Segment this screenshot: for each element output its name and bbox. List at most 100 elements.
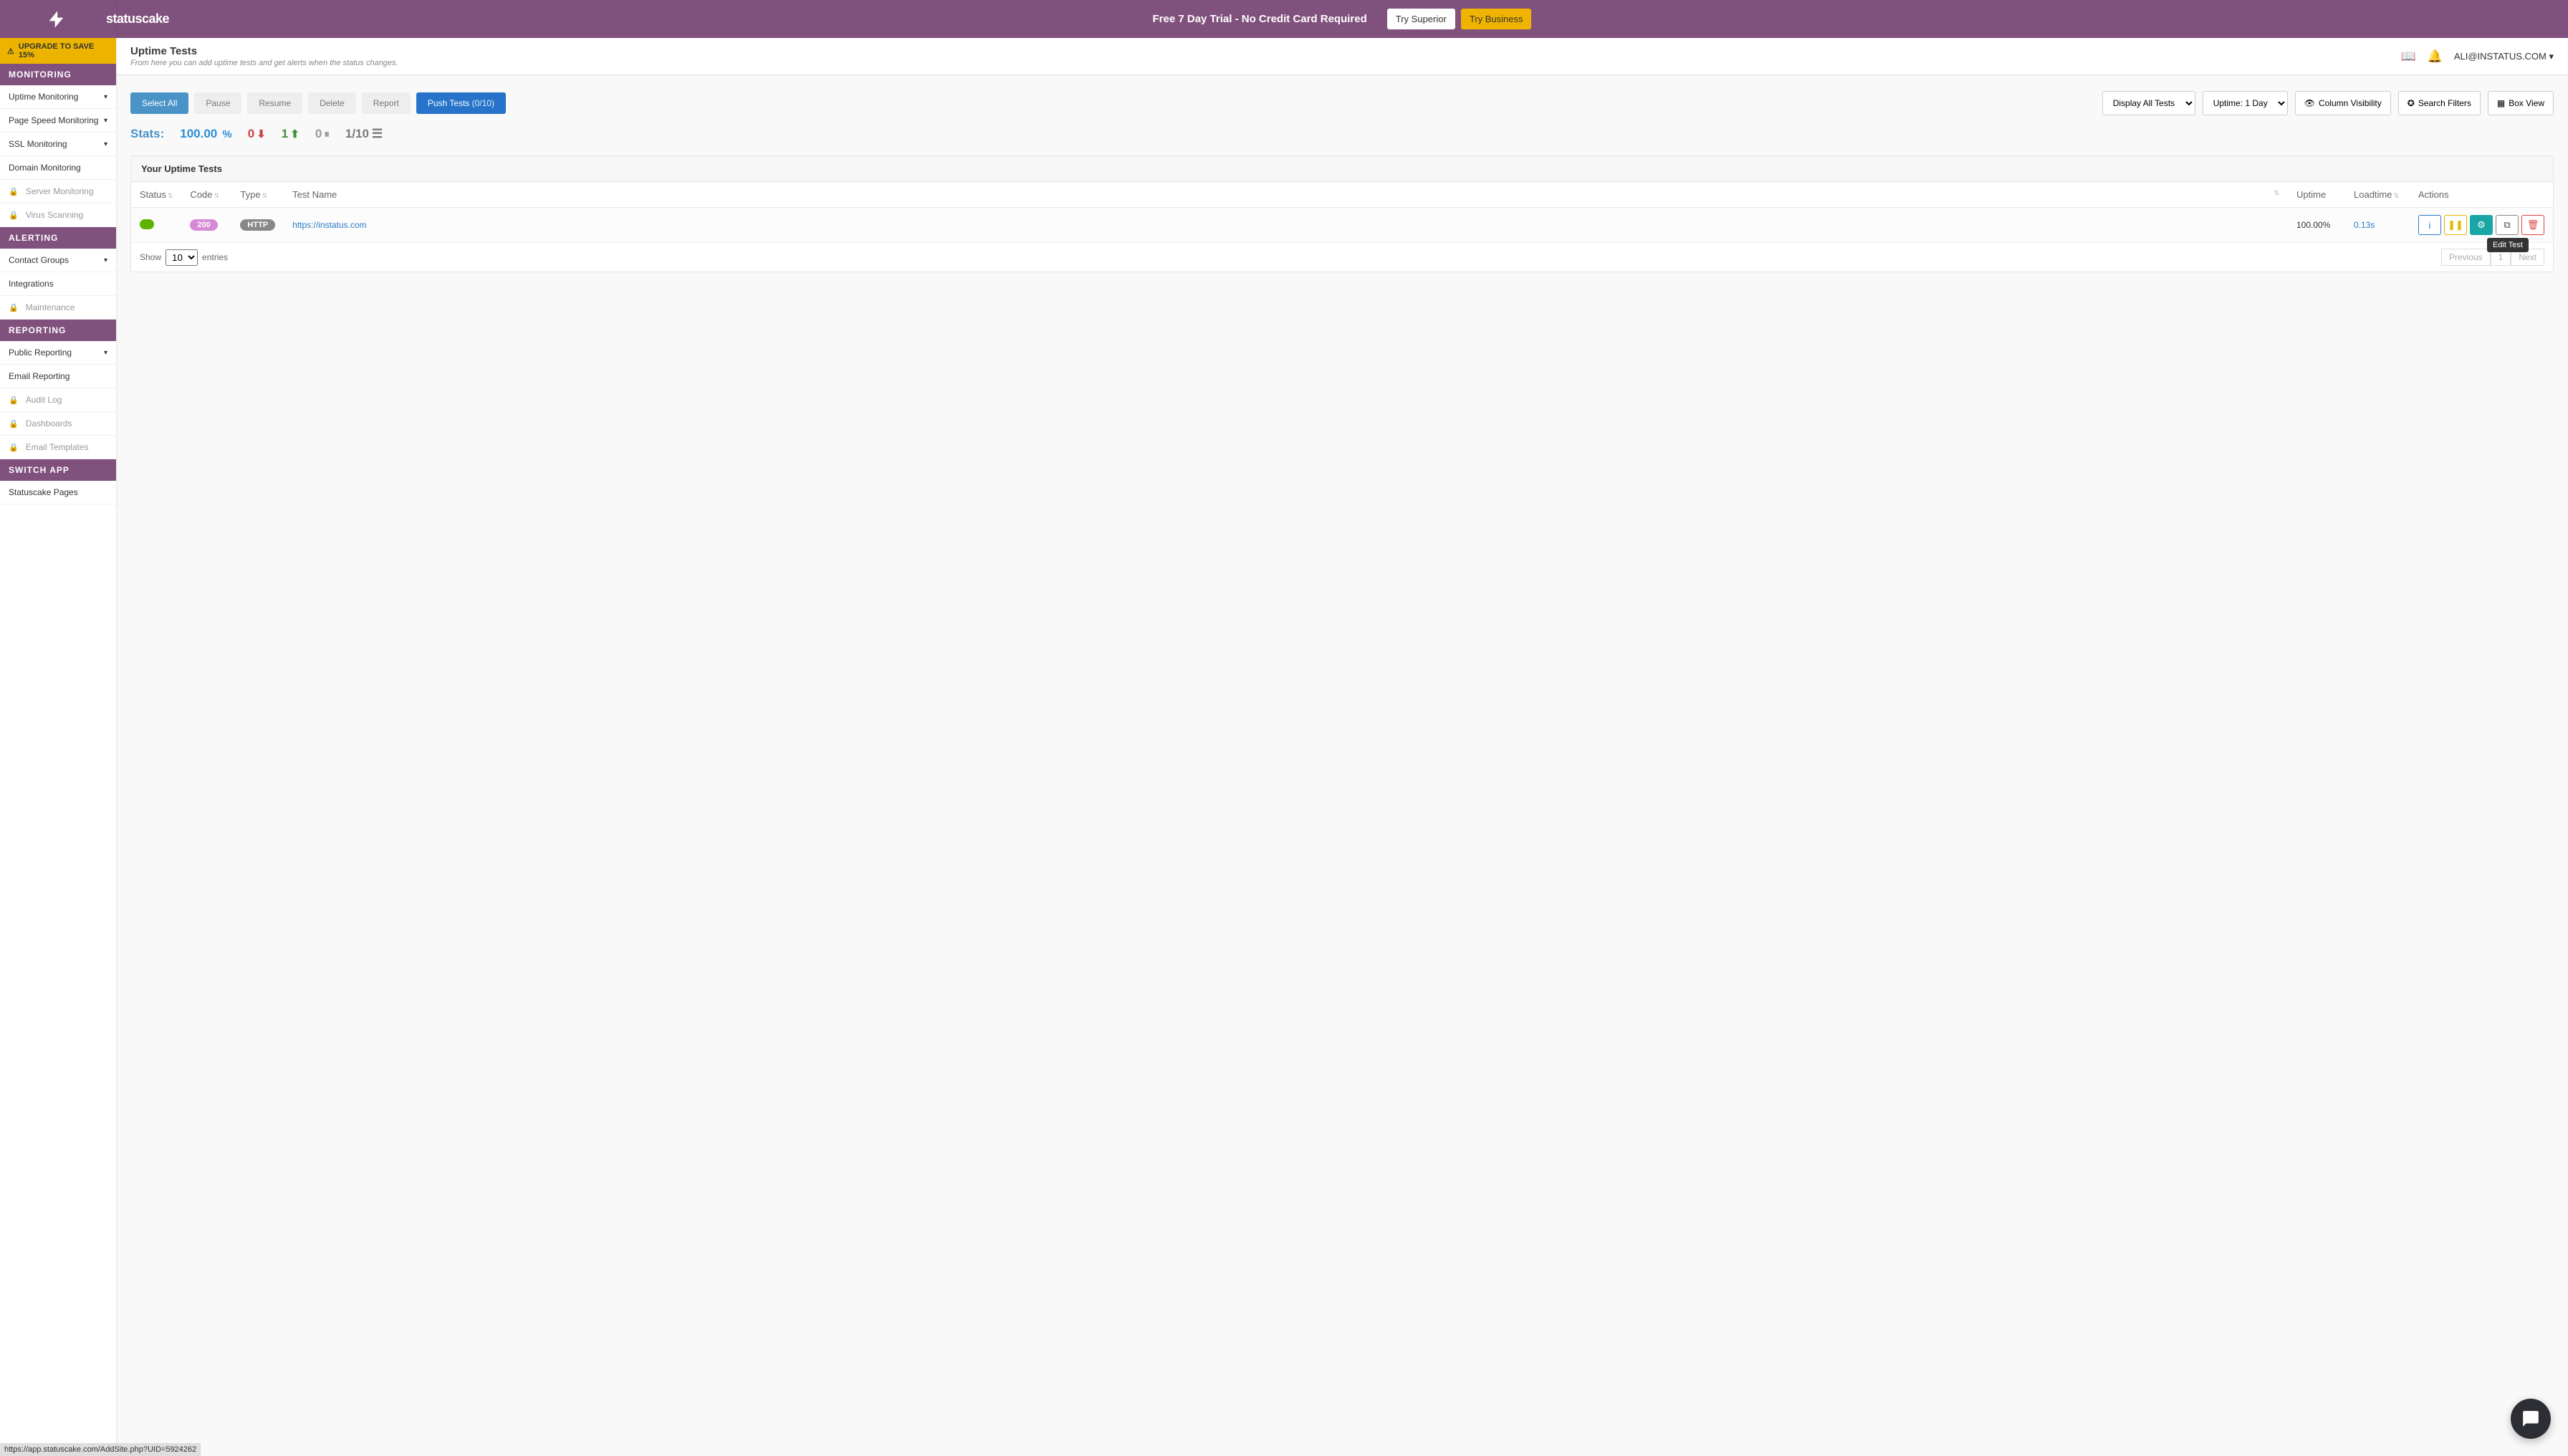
- page-title: Uptime Tests: [130, 45, 398, 57]
- stat-ratio: 1/10☰: [345, 127, 383, 141]
- chevron-down-icon: ▾: [104, 93, 107, 101]
- nav-ssl-monitoring[interactable]: SSL Monitoring▾: [0, 133, 116, 156]
- info-icon: ⚠: [7, 47, 14, 56]
- intercom-chat-button[interactable]: [2511, 1399, 2551, 1439]
- uptime-range-select[interactable]: Uptime: 1 Day: [2203, 91, 2288, 115]
- test-name-link[interactable]: https://instatus.com: [292, 220, 366, 230]
- edit-test-tooltip: Edit Test: [2487, 238, 2529, 252]
- sort-icon: ⇅: [168, 192, 173, 199]
- nav-domain-monitoring[interactable]: Domain Monitoring: [0, 156, 116, 180]
- banner-message: Free 7 Day Trial - No Credit Card Requir…: [1153, 13, 1367, 25]
- tests-panel: Your Uptime Tests Status⇅ Code⇅ Type⇅ Te…: [130, 155, 2554, 272]
- nav-email-templates[interactable]: 🔒Email Templates: [0, 436, 116, 459]
- resume-button[interactable]: Resume: [247, 92, 302, 114]
- nav-pagespeed-monitoring[interactable]: Page Speed Monitoring▾: [0, 109, 116, 133]
- nav-contact-groups[interactable]: Contact Groups▾: [0, 249, 116, 272]
- nav-server-monitoring[interactable]: 🔒Server Monitoring: [0, 180, 116, 203]
- section-monitoring: MONITORING: [0, 64, 116, 85]
- col-status[interactable]: Status⇅: [131, 182, 181, 208]
- lock-icon: 🔒: [9, 303, 19, 312]
- nav-public-reporting[interactable]: Public Reporting▾: [0, 341, 116, 365]
- col-code[interactable]: Code⇅: [181, 182, 231, 208]
- col-actions: Actions: [2410, 182, 2553, 208]
- sort-icon: ⇅: [2274, 189, 2279, 197]
- stat-paused: 0⏸: [315, 127, 330, 141]
- uptime-cell: 100.00%: [2288, 208, 2345, 243]
- nav-email-reporting[interactable]: Email Reporting: [0, 365, 116, 388]
- col-test-name[interactable]: Test Name⇅: [284, 182, 2288, 208]
- lock-icon: 🔒: [9, 396, 19, 405]
- col-type[interactable]: Type⇅: [231, 182, 284, 208]
- stats-row: Stats: 100.00 % 0⬇ 1⬆ 0⏸ 1/10☰: [130, 127, 2554, 141]
- nav-dashboards[interactable]: 🔒Dashboards: [0, 412, 116, 436]
- stats-label: Stats:: [130, 127, 164, 141]
- try-business-button[interactable]: Try Business: [1461, 9, 1532, 29]
- nav-statuscake-pages[interactable]: Statuscake Pages: [0, 481, 116, 504]
- pause-button[interactable]: Pause: [194, 92, 241, 114]
- status-url: https://app.statuscake.com/AddSite.php?U…: [0, 1443, 201, 1456]
- info-action-button[interactable]: i: [2418, 215, 2441, 235]
- grid-icon: ▦: [2497, 98, 2505, 108]
- eye-icon: 👁: [2304, 98, 2315, 108]
- chevron-down-icon: ▾: [104, 257, 107, 264]
- tests-table: Status⇅ Code⇅ Type⇅ Test Name⇅ Uptime Lo…: [131, 182, 2553, 243]
- logo-text: statuscake: [106, 11, 169, 27]
- entries-select[interactable]: 10: [166, 249, 198, 266]
- user-dropdown[interactable]: ALI@INSTATUS.COM ▾: [2454, 51, 2554, 62]
- logo[interactable]: statuscake: [0, 0, 116, 38]
- settings-action-button[interactable]: ⚙: [2470, 215, 2493, 235]
- nav-maintenance[interactable]: 🔒Maintenance: [0, 296, 116, 320]
- push-tests-button[interactable]: Push Tests (0/10): [416, 92, 506, 114]
- section-alerting: ALERTING: [0, 227, 116, 249]
- trash-icon: 🗑: [2527, 219, 2539, 231]
- lock-icon: 🔒: [9, 211, 19, 220]
- nav-virus-scanning[interactable]: 🔒Virus Scanning: [0, 203, 116, 227]
- toolbar: Select All Pause Resume Delete Report Pu…: [130, 91, 2554, 115]
- info-icon: i: [2429, 220, 2431, 231]
- lock-icon: 🔒: [9, 443, 19, 452]
- section-switch-app: SWITCH APP: [0, 459, 116, 481]
- gear-icon: ⚙: [2477, 219, 2486, 231]
- upgrade-bar[interactable]: ⚠ UPGRADE TO SAVE 15%: [0, 38, 116, 64]
- delete-action-button[interactable]: 🗑: [2521, 215, 2544, 235]
- copy-action-button[interactable]: ⧉: [2496, 215, 2519, 235]
- col-uptime: Uptime: [2288, 182, 2345, 208]
- stat-up: 1⬆: [282, 127, 300, 141]
- search-filters-button[interactable]: ✪Search Filters: [2398, 91, 2481, 115]
- lock-icon: 🔒: [9, 187, 19, 196]
- try-superior-button[interactable]: Try Superior: [1387, 9, 1455, 29]
- display-tests-select[interactable]: Display All Tests: [2102, 91, 2195, 115]
- chevron-down-icon: ▾: [104, 349, 107, 357]
- filter-icon: ✪: [2408, 98, 2415, 108]
- nav-audit-log[interactable]: 🔒Audit Log: [0, 388, 116, 412]
- pause-action-button[interactable]: ❚❚: [2444, 215, 2467, 235]
- trial-banner: Free 7 Day Trial - No Credit Card Requir…: [0, 0, 2568, 38]
- report-button[interactable]: Report: [362, 92, 411, 114]
- code-badge: 200: [190, 219, 217, 231]
- nav-uptime-monitoring[interactable]: Uptime Monitoring▾: [0, 85, 116, 109]
- select-all-button[interactable]: Select All: [130, 92, 188, 114]
- chat-icon: [2521, 1409, 2540, 1428]
- type-badge: HTTP: [240, 219, 275, 231]
- pager-previous[interactable]: Previous: [2441, 249, 2491, 266]
- list-icon: ☰: [372, 127, 383, 141]
- bolt-icon: [10, 9, 103, 29]
- table-row: 200 HTTP https://instatus.com 100.00% 0.…: [131, 208, 2553, 243]
- panel-title: Your Uptime Tests: [131, 156, 2553, 182]
- bell-icon[interactable]: 🔔: [2428, 49, 2443, 64]
- section-reporting: REPORTING: [0, 320, 116, 341]
- upgrade-text: UPGRADE TO SAVE 15%: [19, 42, 109, 59]
- percent-icon: %: [219, 128, 232, 140]
- docs-icon[interactable]: 📖: [2401, 49, 2416, 64]
- delete-button[interactable]: Delete: [308, 92, 356, 114]
- pause-icon: ⏸: [324, 128, 330, 140]
- content-header: Uptime Tests From here you can add uptim…: [116, 38, 2568, 75]
- col-loadtime[interactable]: Loadtime⇅: [2345, 182, 2410, 208]
- box-view-button[interactable]: ▦Box View: [2488, 91, 2554, 115]
- column-visibility-button[interactable]: 👁Column Visibility: [2295, 91, 2391, 115]
- copy-icon: ⧉: [2504, 219, 2510, 231]
- loadtime-link[interactable]: 0.13s: [2354, 220, 2375, 230]
- sort-icon: ⇅: [214, 192, 219, 199]
- nav-integrations[interactable]: Integrations: [0, 272, 116, 296]
- pause-icon: ❚❚: [2448, 219, 2463, 231]
